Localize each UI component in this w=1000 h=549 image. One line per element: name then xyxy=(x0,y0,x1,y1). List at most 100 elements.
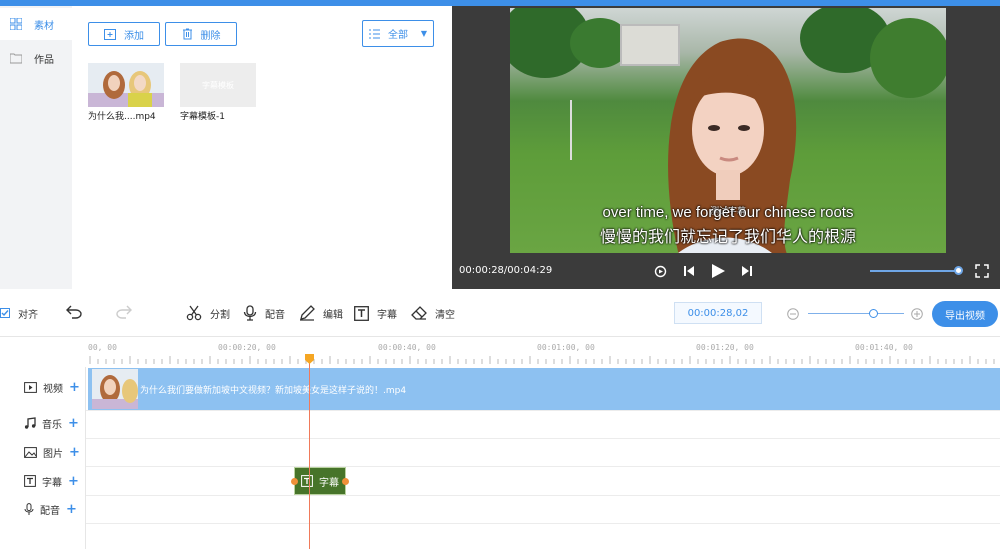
ruler-tick-label: 00:00:20, 00 xyxy=(218,343,276,352)
track-label-text: 视频 xyxy=(43,383,63,395)
ruler-ticks xyxy=(89,356,995,364)
image-icon xyxy=(24,446,37,458)
dub-button[interactable]: 配音 xyxy=(243,303,285,323)
export-video-button[interactable]: 导出视频 xyxy=(932,301,998,327)
track-divider xyxy=(86,466,1000,467)
track-divider xyxy=(86,523,1000,524)
track-label-music: 音乐 + xyxy=(0,413,86,433)
delete-button-label: 删除 xyxy=(200,30,221,42)
add-caption-button[interactable]: + xyxy=(68,474,79,489)
track-label-video: 视频 + xyxy=(0,377,86,397)
subtitle-chinese: 慢慢的我们就忘记了我们华人的根源 xyxy=(599,227,856,246)
previous-icon[interactable] xyxy=(683,265,695,277)
left-nav: 素材 作品 xyxy=(0,6,72,289)
track-labels: 视频 + 音乐 + 图片 + 字幕 + 配音 + xyxy=(0,367,86,549)
nav-item-label: 素材 xyxy=(34,20,54,32)
volume-slider-knob[interactable] xyxy=(954,266,963,275)
ruler-tick-label: 00:01:20, 00 xyxy=(696,343,754,352)
playhead-line[interactable] xyxy=(309,359,310,549)
playback-time: 00:00:28/00:04:29 xyxy=(459,265,553,276)
eraser-icon xyxy=(411,306,427,320)
track-label-text: 音乐 xyxy=(42,419,62,431)
video-icon xyxy=(24,381,37,393)
ruler-tick-label: 00:01:00, 00 xyxy=(537,343,595,352)
ruler-tick-label: 00, 00 xyxy=(88,343,117,352)
sign-post xyxy=(570,100,600,160)
music-icon xyxy=(24,417,36,429)
ruler-tick-label: 00:00:40, 00 xyxy=(378,343,436,352)
add-image-button[interactable]: + xyxy=(69,445,80,460)
checkbox-checked-icon xyxy=(0,308,10,318)
track-divider xyxy=(86,438,1000,439)
track-divider xyxy=(86,410,1000,411)
zoom-slider-track[interactable] xyxy=(808,313,904,314)
list-icon xyxy=(369,29,380,38)
add-dub-button[interactable]: + xyxy=(66,502,77,517)
align-checkbox[interactable]: 对齐 xyxy=(0,303,38,323)
microphone-icon xyxy=(243,305,257,321)
track-label-text: 配音 xyxy=(40,505,60,517)
align-label: 对齐 xyxy=(18,309,38,321)
clear-label: 清空 xyxy=(435,309,455,321)
fullscreen-icon[interactable] xyxy=(975,264,989,278)
split-label: 分割 xyxy=(210,309,230,321)
delete-button[interactable]: 删除 xyxy=(165,22,237,46)
split-button[interactable]: 分割 xyxy=(186,303,230,323)
video-thumbnail-image xyxy=(88,63,164,107)
caption-clip-left-handle[interactable] xyxy=(291,478,298,485)
track-label-text: 图片 xyxy=(43,448,63,460)
add-music-button[interactable]: + xyxy=(68,416,79,431)
zoom-in-icon[interactable] xyxy=(911,308,923,320)
edit-button[interactable]: 编辑 xyxy=(299,303,343,323)
caption-template-thumb-text: 字幕模板 xyxy=(202,80,234,90)
ruler-tick-label: 00:01:40, 00 xyxy=(855,343,913,352)
timecode-display[interactable]: 00:00:28,02 xyxy=(674,302,762,324)
next-icon[interactable] xyxy=(741,265,753,277)
zoom-out-icon[interactable] xyxy=(787,308,799,320)
clear-button[interactable]: 清空 xyxy=(411,303,455,323)
media-thumb-video[interactable] xyxy=(88,63,164,107)
media-thumb-video-label: 为什么我....mp4 xyxy=(88,112,156,122)
undo-icon[interactable] xyxy=(66,305,82,319)
edit-toolbar: 对齐 分割 配音 编辑 字幕 清空 00:00:28,02 导出视频 xyxy=(0,289,1000,337)
folder-icon xyxy=(10,53,22,64)
track-divider xyxy=(86,495,1000,496)
grid-icon xyxy=(10,18,22,30)
add-icon xyxy=(104,28,116,40)
video-frame[interactable]: 测试字幕 over time, we forget our chinese ro… xyxy=(510,8,946,253)
video-clip-label: 为什么我们要做新加坡中文视频？新加坡美女是这样子说的！.mp4 xyxy=(140,385,407,396)
media-thumb-caption-template[interactable]: 字幕模板 xyxy=(180,63,256,107)
preview-panel: 测试字幕 over time, we forget our chinese ro… xyxy=(452,6,1000,289)
nav-item-material[interactable]: 素材 xyxy=(0,8,72,40)
pencil-icon xyxy=(300,305,315,321)
text-box-icon xyxy=(354,305,369,321)
track-label-text: 字幕 xyxy=(42,477,62,489)
nav-item-label: 作品 xyxy=(34,54,54,66)
trash-icon xyxy=(182,28,192,40)
caption-clip-label: 字幕 xyxy=(319,477,339,489)
add-video-button[interactable]: + xyxy=(69,380,80,395)
scissors-icon xyxy=(186,305,202,321)
caption-button[interactable]: 字幕 xyxy=(354,303,397,323)
caption-icon xyxy=(24,475,36,487)
caption-label: 字幕 xyxy=(377,309,397,321)
timeline-ruler[interactable]: 00, 00 00:00:20, 00 00:00:40, 00 00:01:0… xyxy=(86,337,1000,367)
zoom-slider-knob[interactable] xyxy=(869,309,878,318)
media-panel: 添加 删除 全部 ▼ 为什么我....mp4 字幕模板 字幕模板-1 xyxy=(72,6,452,289)
media-thumb-caption-label: 字幕模板-1 xyxy=(180,112,225,122)
caption-clip-right-handle[interactable] xyxy=(342,478,349,485)
caption-clip[interactable]: 字幕 xyxy=(291,467,349,495)
video-clip[interactable]: 为什么我们要做新加坡中文视频？新加坡美女是这样子说的！.mp4 xyxy=(88,368,1000,410)
edit-label: 编辑 xyxy=(323,309,343,321)
video-clip-thumbnail xyxy=(92,369,138,409)
redo-icon[interactable] xyxy=(116,305,132,319)
nav-item-works[interactable]: 作品 xyxy=(0,42,72,74)
play-icon[interactable] xyxy=(710,263,726,279)
add-button[interactable]: 添加 xyxy=(88,22,160,46)
subtitle-english: over time, we forget our chinese roots xyxy=(602,204,854,221)
dub-label: 配音 xyxy=(265,309,285,321)
filter-dropdown[interactable]: 全部 ▼ xyxy=(362,20,434,47)
caption-icon xyxy=(301,475,313,487)
volume-slider-track[interactable] xyxy=(870,270,960,272)
replay-icon[interactable] xyxy=(654,265,667,278)
